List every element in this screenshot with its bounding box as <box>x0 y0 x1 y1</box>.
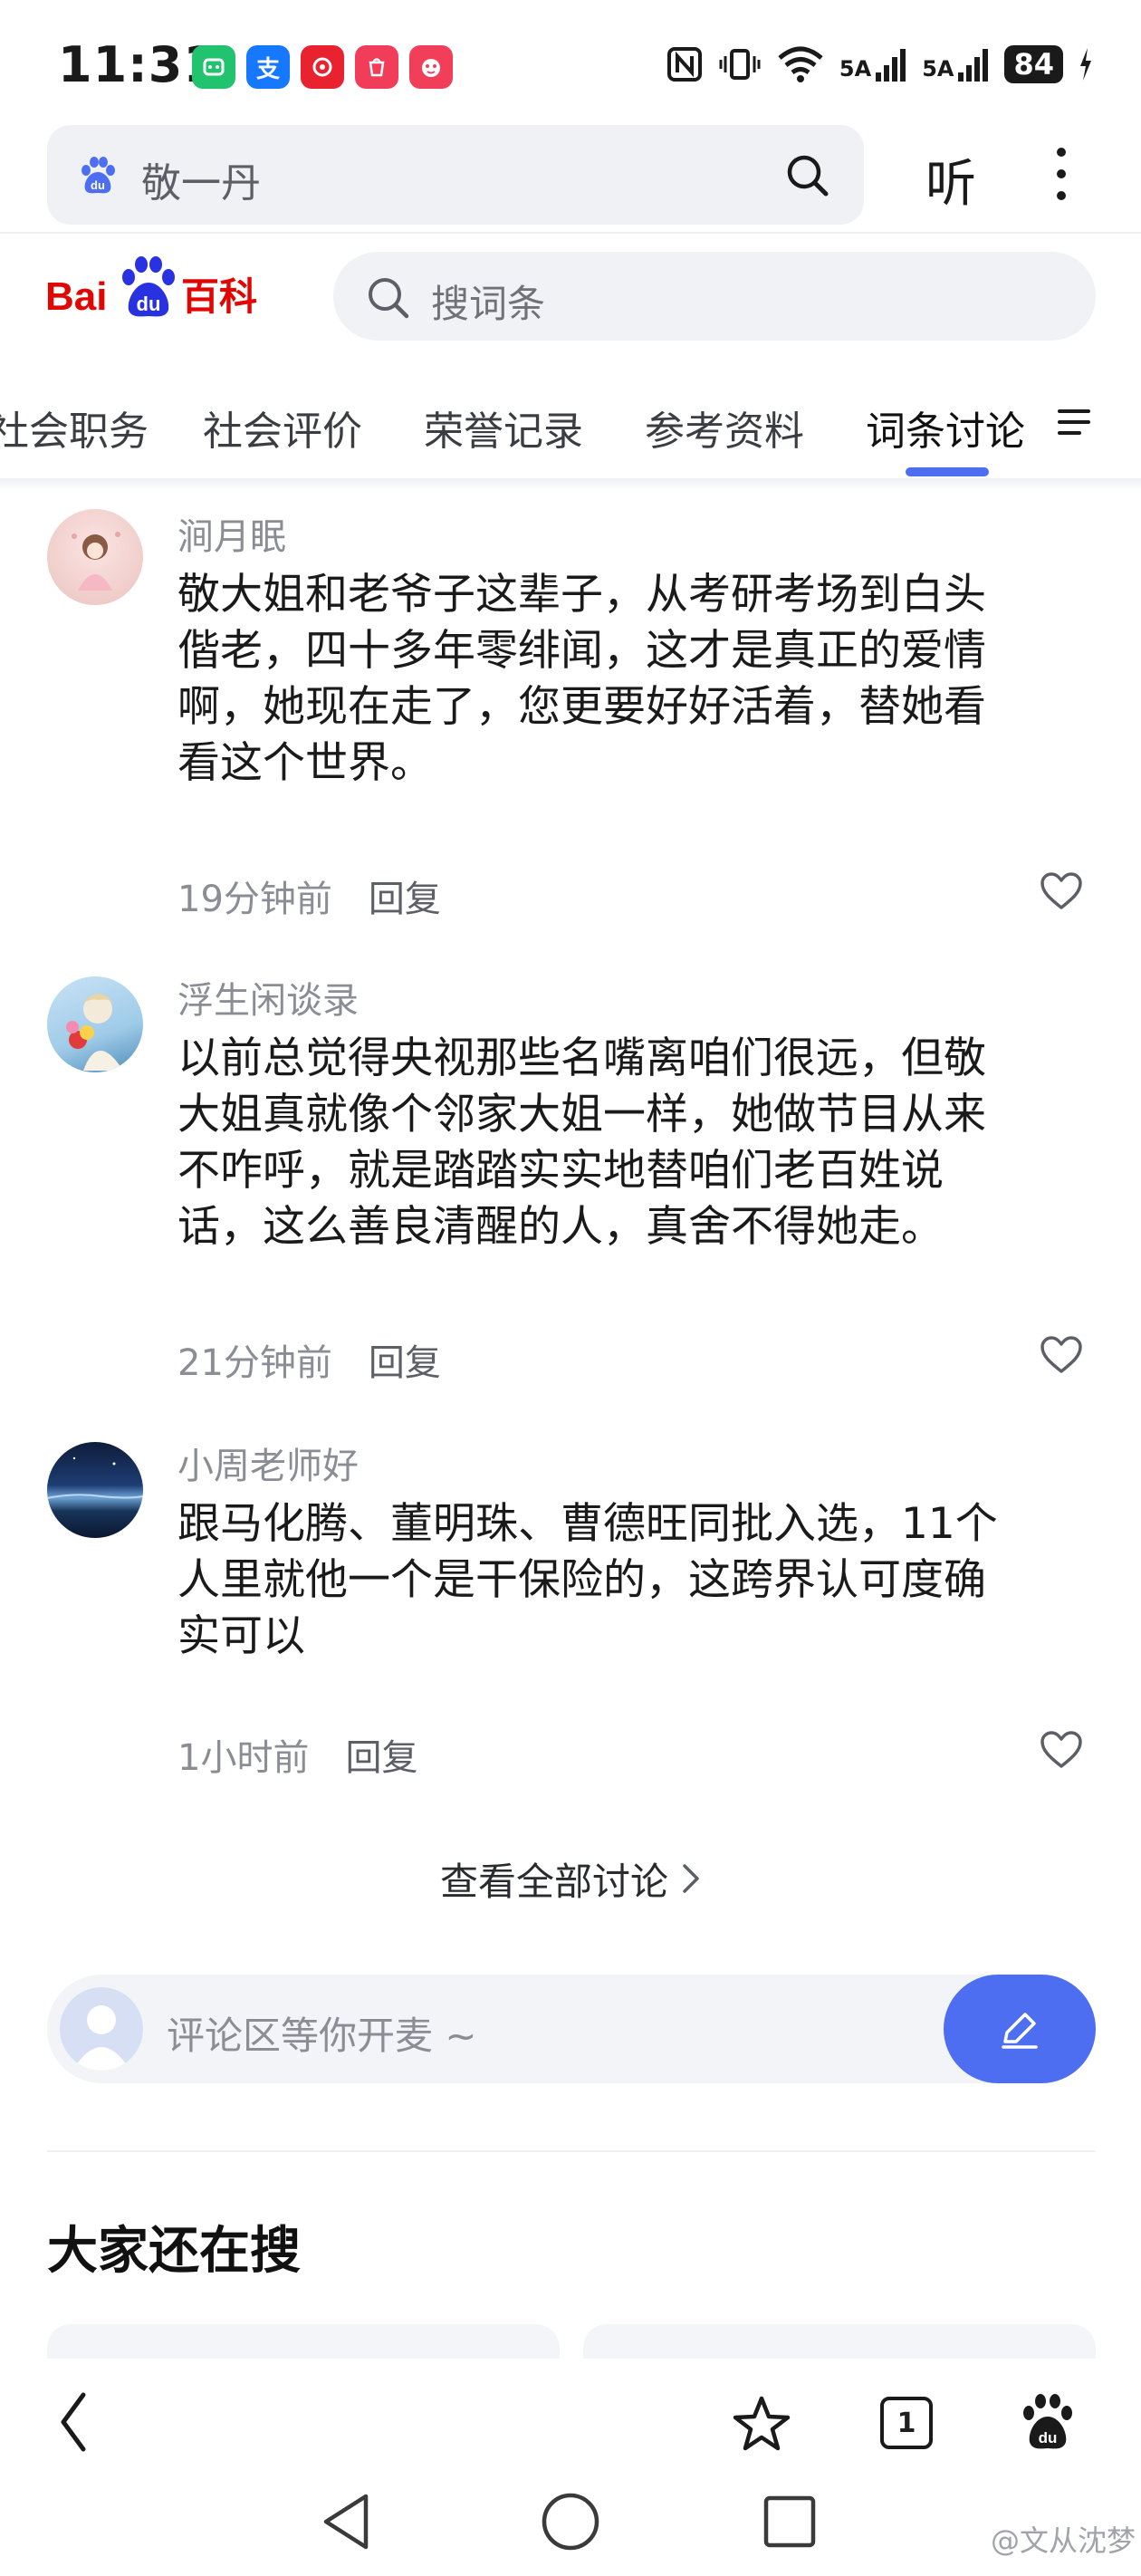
star-icon[interactable] <box>732 2395 791 2453</box>
tab-discussion[interactable]: 词条讨论 <box>866 399 1025 457</box>
system-navigation-bar: @文从沈梦 <box>0 2473 1141 2576</box>
reply-button[interactable]: 回复 <box>369 1342 441 1384</box>
heart-icon[interactable] <box>1040 871 1083 911</box>
svg-text:du: du <box>1039 2429 1058 2446</box>
app-gallery-icon <box>355 45 398 89</box>
avatar[interactable] <box>47 1442 143 1538</box>
active-tab-indicator <box>906 467 989 476</box>
divider <box>0 232 1141 234</box>
comment-input[interactable]: 评论区等你开麦 ~ <box>47 1975 1096 2083</box>
listen-button[interactable]: 听 <box>925 143 976 216</box>
comment-username[interactable]: 小周老师好 <box>177 1437 359 1489</box>
svg-text:Bai: Bai <box>45 274 107 319</box>
divider <box>0 478 1141 491</box>
comment-line: 人里就他一个是干保险的，这跨界认可度确 <box>177 1555 986 1605</box>
reply-button[interactable]: 回复 <box>345 1737 417 1779</box>
battery-level: 84 <box>1004 45 1063 83</box>
heart-icon[interactable] <box>1040 1335 1083 1375</box>
comment-line: 话，这么善良清醒的人，真舍不得她走。 <box>177 1202 944 1252</box>
vibrate-icon <box>719 49 761 80</box>
section-title: 大家还在搜 <box>47 2222 301 2281</box>
comment-meta: 19分钟前 回复 <box>177 870 441 922</box>
tab-count: 1 <box>896 2407 916 2439</box>
comment-time: 21分钟前 <box>177 1342 332 1384</box>
pencil-icon <box>1002 2013 1038 2049</box>
tab-honors[interactable]: 荣誉记录 <box>424 399 583 457</box>
comment-line: 跟马化腾、董明珠、曹德旺同批入选，11个 <box>177 1499 998 1549</box>
svg-text:du: du <box>91 178 105 192</box>
more-options-icon[interactable] <box>1052 145 1070 203</box>
status-right: 5A 5A 84 <box>666 45 1094 83</box>
search-icon <box>369 278 409 319</box>
system-back-icon[interactable] <box>319 2491 373 2552</box>
comment-line: 实可以 <box>177 1611 305 1661</box>
menu-icon[interactable] <box>1058 408 1090 437</box>
watermark: @文从沈梦 <box>990 2523 1136 2558</box>
section-tabs: 社会职务 社会评价 荣誉记录 参考资料 词条讨论 <box>0 389 1141 480</box>
reply-button[interactable]: 回复 <box>369 879 441 920</box>
comment-text: 以前总觉得央视那些名嘴离咱们很远，但敬 大姐真就像个邻家大姐一样，她做节目从来 … <box>177 1031 1083 1255</box>
wifi-icon <box>778 46 823 82</box>
status-bar: 11:31 支 5A 5A 84 <box>0 0 1141 127</box>
tab-social-evaluation[interactable]: 社会评价 <box>203 399 362 457</box>
taobao-icon <box>409 45 453 89</box>
nfc-icon <box>666 47 702 82</box>
comment-username[interactable]: 涧月眠 <box>177 507 286 560</box>
comment-line: 看这个世界。 <box>177 738 433 788</box>
comment-text: 敬大姐和老爷子这辈子，从考研考场到白头 偕老，四十多年零绯闻，这才是真正的爱情 … <box>177 567 1083 792</box>
view-all-discussion-link[interactable]: 查看全部讨论 <box>0 1851 1141 1907</box>
comment-time: 1小时前 <box>177 1737 310 1779</box>
baike-search-input[interactable]: 搜词条 <box>333 252 1096 341</box>
signal-1: 5A <box>839 47 907 82</box>
notification-icons: 支 <box>192 45 453 89</box>
search-icon[interactable] <box>784 152 831 199</box>
browser-address-bar[interactable]: du 敬一丹 <box>47 125 864 225</box>
write-comment-button[interactable] <box>944 1975 1096 2083</box>
heart-icon[interactable] <box>1040 1730 1083 1770</box>
comment-line: 敬大姐和老爷子这辈子，从考研考场到白头 <box>177 570 986 620</box>
charging-icon <box>1080 48 1091 81</box>
view-all-label: 查看全部讨论 <box>439 1860 668 1904</box>
avatar[interactable] <box>47 976 143 1072</box>
tabs-counter-button[interactable]: 1 <box>880 2397 933 2449</box>
svg-text:du: du <box>137 293 161 315</box>
baidu-paw-icon[interactable]: du <box>1018 2391 1078 2453</box>
system-home-icon[interactable] <box>540 2491 601 2552</box>
signal-bars-icon <box>876 49 906 82</box>
comment-line: 以前总觉得央视那些名嘴离咱们很远，但敬 <box>177 1033 986 1083</box>
svg-text:百科: 百科 <box>181 274 257 319</box>
chevron-right-icon <box>681 1860 701 1904</box>
comment-line: 啊，她现在走了，您更要好好活着，替她看 <box>177 682 986 732</box>
alipay-icon: 支 <box>246 45 290 89</box>
wechat-mini-icon <box>192 45 235 89</box>
divider <box>47 2150 1096 2152</box>
network-type-2: 5A <box>922 56 954 82</box>
comment-text: 跟马化腾、董明珠、曹德旺同批入选，11个 人里就他一个是干保险的，这跨界认可度确… <box>177 1496 1083 1665</box>
baike-search-placeholder: 搜词条 <box>431 282 546 326</box>
tab-references[interactable]: 参考资料 <box>645 399 804 457</box>
comment-meta: 1小时前 回复 <box>177 1728 417 1781</box>
baidu-paw-icon: du <box>82 157 115 194</box>
system-recents-icon[interactable] <box>762 2494 817 2549</box>
tab-social-positions[interactable]: 社会职务 <box>0 399 149 457</box>
user-avatar <box>60 1987 143 2071</box>
comment-line: 不咋呼，就是踏踏实实地替咱们老百姓说 <box>177 1146 944 1196</box>
netease-icon <box>301 45 344 89</box>
avatar[interactable] <box>47 509 143 605</box>
comment-username[interactable]: 浮生闲谈录 <box>177 971 359 1024</box>
comment-time: 19分钟前 <box>177 879 332 920</box>
comment-line: 大姐真就像个邻家大姐一样，她做节目从来 <box>177 1090 986 1139</box>
comment-line: 偕老，四十多年零绯闻，这才是真正的爱情 <box>177 626 986 676</box>
signal-bars-icon <box>958 49 989 82</box>
alipay-char: 支 <box>255 55 280 83</box>
comment-placeholder: 评论区等你开麦 ~ <box>167 2014 477 2058</box>
back-icon[interactable] <box>56 2389 92 2455</box>
comment-meta: 21分钟前 回复 <box>177 1333 441 1386</box>
baidu-baike-logo[interactable]: Bai du 百科 <box>45 250 281 332</box>
network-type-1: 5A <box>839 56 872 82</box>
search-query[interactable]: 敬一丹 <box>141 150 261 208</box>
signal-2: 5A <box>922 47 990 82</box>
